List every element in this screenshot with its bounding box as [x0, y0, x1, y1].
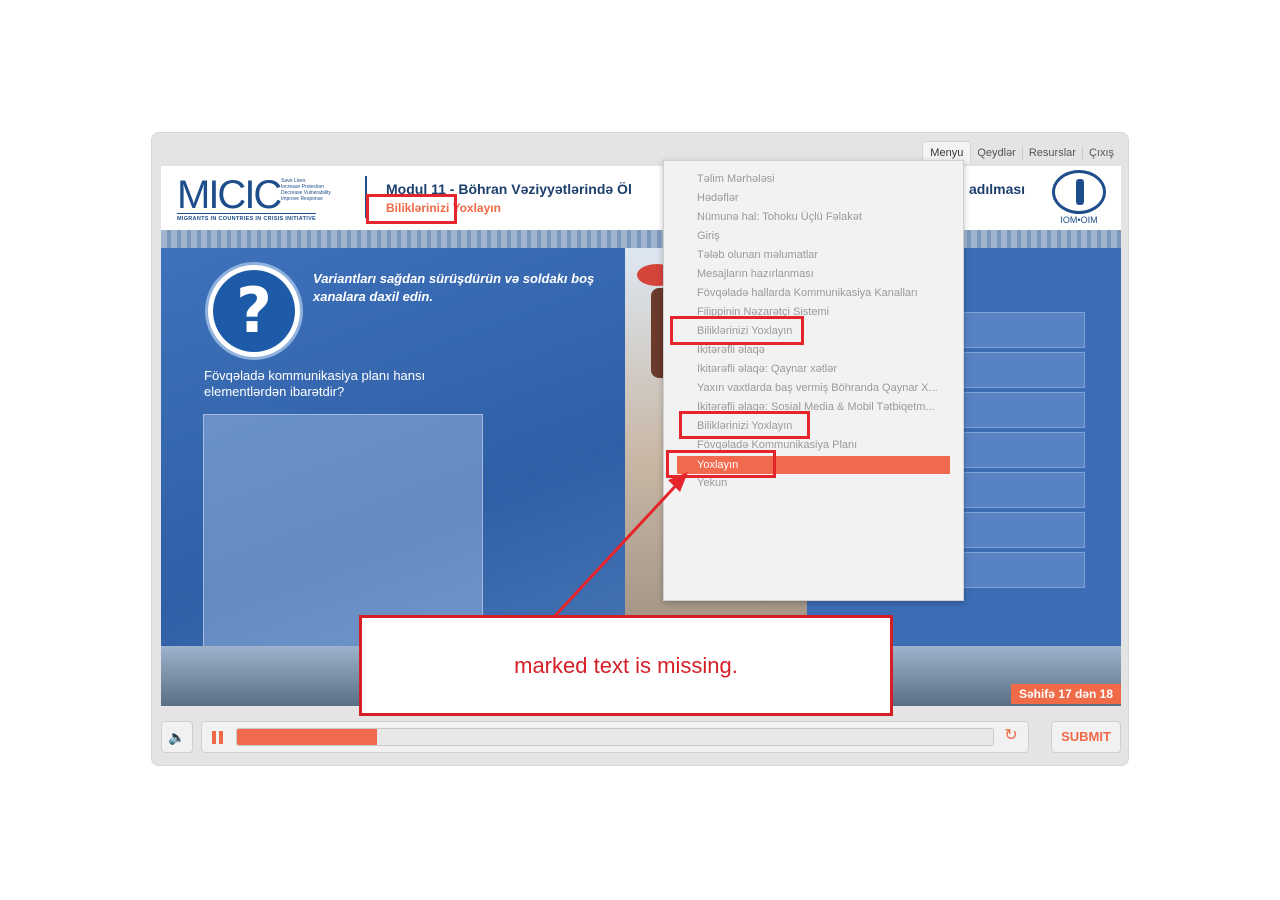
page-counter: Səhifə 17 dən 18 [1010, 684, 1121, 704]
stage-top-banner [161, 230, 1121, 248]
logo-taglines: Save Lives Increase Protection Decrease … [281, 178, 331, 202]
drag-instruction: Variantları sağdan sürüşdürün və soldakı… [313, 271, 595, 304]
module-title-end: adılması [969, 181, 1026, 197]
progress-track[interactable] [236, 728, 994, 746]
menu-item[interactable]: Mesajların hazırlanması [697, 268, 949, 280]
menu-item[interactable]: İkitərəfli əlaqə [697, 344, 949, 356]
menu-item[interactable]: Giriş [697, 230, 949, 242]
menu-item[interactable]: Nümunə hal: Tohoku Üçlü Fəlakət [697, 211, 949, 223]
micic-logo: MICIC Save Lives Increase Protection Dec… [177, 175, 345, 223]
highlight-box [666, 450, 776, 478]
nav-notes[interactable]: Qeydlər [971, 143, 1022, 163]
nav-resources[interactable]: Resurslar [1023, 143, 1082, 163]
question-head-icon: ? [213, 270, 295, 352]
menu-item[interactable]: Hədəflər [697, 192, 949, 204]
menu-item[interactable]: Yekun [697, 477, 949, 489]
nav-exit[interactable]: Çıxış [1083, 143, 1120, 163]
highlight-box [366, 194, 457, 224]
logo-initiative-name: MIGRANTS IN COUNTRIES IN CRISIS INITIATI… [177, 213, 317, 222]
globe-icon [1052, 170, 1106, 214]
logo-tagline: Improve Response [281, 196, 323, 202]
highlight-box [679, 411, 810, 439]
callout-text: marked text is missing. [514, 653, 738, 678]
iom-label: IOM•OIM [1060, 215, 1098, 225]
annotation-callout: marked text is missing. [359, 615, 893, 716]
highlight-box [670, 316, 804, 345]
question-text: Fövqəladə kommunikasiya planı hansı elem… [204, 368, 426, 399]
pause-icon[interactable] [212, 731, 224, 744]
replay-icon[interactable]: ↻ [1002, 727, 1020, 745]
course-menu-dropdown: Təlim Mərhələsi Hədəflər Nümunə hal: Tohok… [663, 160, 964, 601]
playback-bar: ↻ [201, 721, 1029, 753]
menu-item[interactable]: Təlim Mərhələsi [697, 173, 949, 185]
speaker-icon[interactable]: 🔈 [161, 721, 193, 753]
menu-item[interactable]: Tələb olunan məlumatlar [697, 249, 949, 261]
player-controls: 🔈 ↻ SUBMIT [161, 721, 1121, 755]
menu-item[interactable]: Fövqəladə hallarda Kommunikasiya Kanalla… [697, 287, 949, 299]
course-header: MICIC Save Lives Increase Protection Dec… [161, 166, 1121, 230]
menu-item[interactable]: Yaxın vaxtlarda baş vermiş Böhranda Qayn… [697, 382, 949, 394]
question-icon: ? [205, 262, 303, 360]
submit-button[interactable]: SUBMIT [1051, 721, 1121, 753]
progress-fill [237, 729, 377, 745]
iom-logo: IOM•OIM [1049, 170, 1109, 225]
menu-item[interactable]: İkitərəfli əlaqə: Qaynar xətlər [697, 363, 949, 375]
